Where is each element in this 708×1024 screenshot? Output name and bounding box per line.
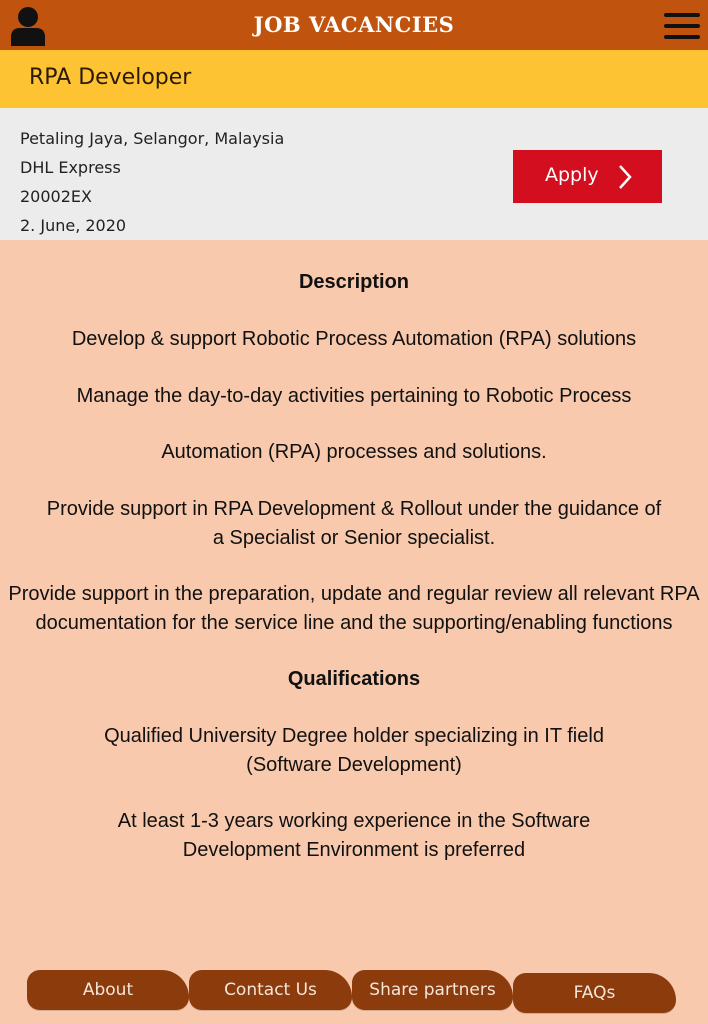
qualification-item: At least 1-3 years working experience in… [117, 810, 591, 861]
description-heading: Description [298, 271, 410, 293]
description-item: Provide support in the preparation, upda… [8, 583, 700, 634]
job-title-bar: RPA Developer [0, 50, 708, 108]
top-bar: JOB VACANCIES [0, 0, 708, 50]
app-title: JOB VACANCIES [253, 12, 455, 37]
bottom-nav: About Contact Us Share partners FAQs [0, 970, 708, 1014]
job-title: RPA Developer [29, 65, 192, 90]
nav-tab-faqs[interactable]: FAQs [513, 973, 676, 1013]
apply-button-label: Apply [545, 164, 599, 186]
job-company: DHL Express [20, 158, 121, 177]
description-item: Automation (RPA) processes and solutions… [161, 441, 547, 463]
nav-tab-about[interactable]: About [27, 970, 189, 1010]
qualification-item: Qualified University Degree holder speci… [104, 725, 604, 776]
hamburger-menu-icon[interactable] [664, 12, 700, 40]
chevron-right-icon [619, 165, 632, 189]
qualifications-heading: Qualifications [287, 668, 421, 690]
job-date: 2. June, 2020 [20, 216, 127, 235]
apply-button[interactable]: Apply [513, 150, 662, 203]
description-item: Develop & support Robotic Process Automa… [71, 328, 637, 350]
nav-tab-contact-us[interactable]: Contact Us [189, 970, 352, 1010]
nav-tab-share-partners[interactable]: Share partners [352, 970, 513, 1010]
job-info-panel: Petaling Jaya, Selangor, Malaysia DHL Ex… [0, 108, 708, 240]
description-item: Manage the day-to-day activities pertain… [76, 385, 632, 407]
job-location: Petaling Jaya, Selangor, Malaysia [20, 129, 285, 148]
description-item: Provide support in RPA Development & Rol… [46, 498, 662, 549]
job-reference: 20002EX [20, 187, 92, 206]
